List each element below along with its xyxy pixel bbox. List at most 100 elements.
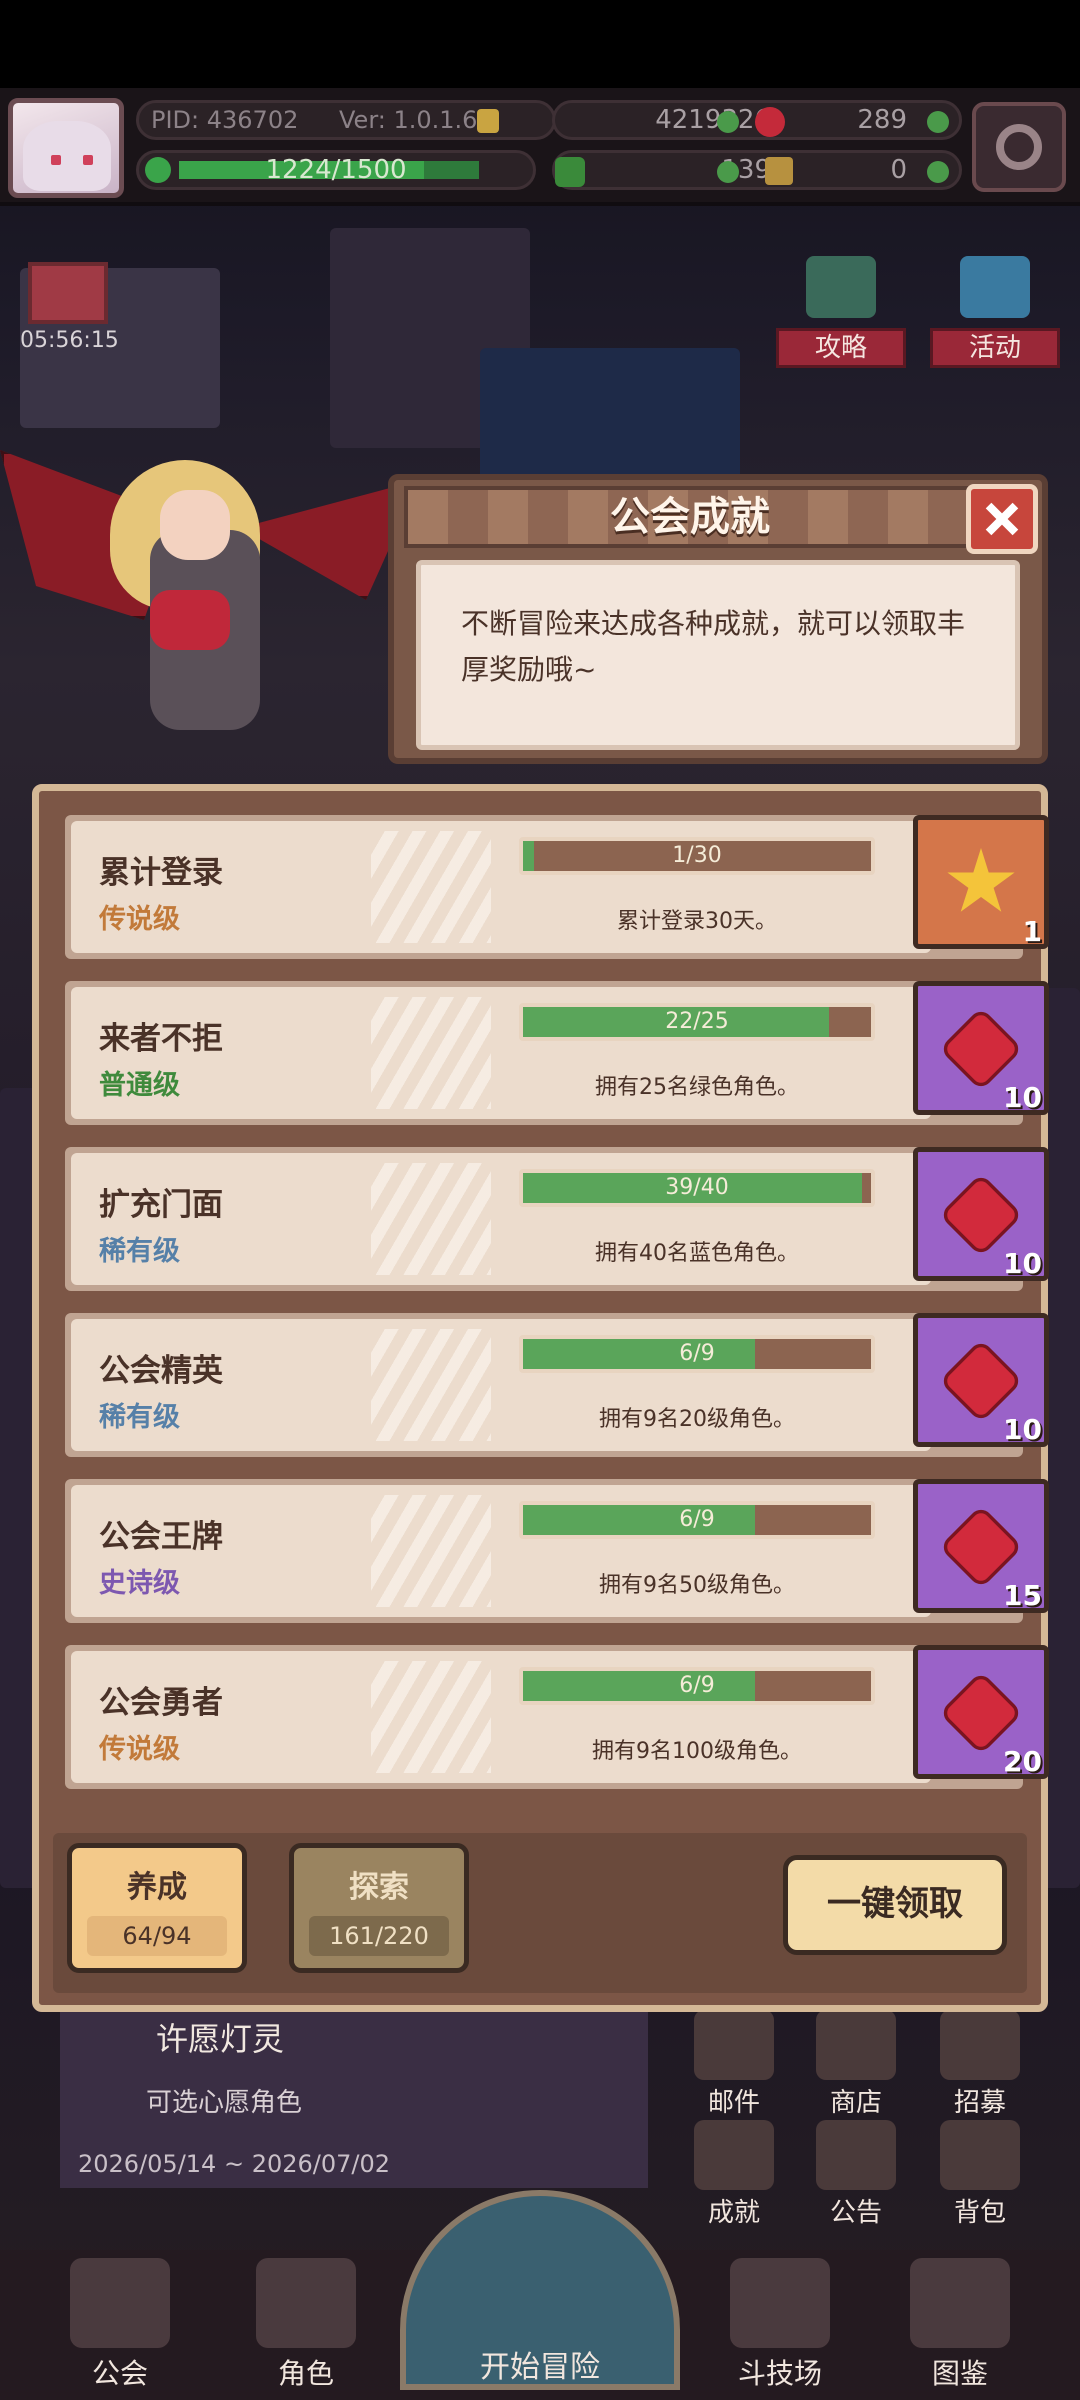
guide-label: 攻略 bbox=[776, 328, 906, 368]
backpack-icon bbox=[940, 2120, 1020, 2190]
reward-count: 15 bbox=[1003, 1579, 1042, 1612]
progress-bar: 39/40 bbox=[519, 1169, 875, 1207]
progress-text: 6/9 bbox=[679, 1507, 715, 1532]
tab-explore[interactable]: 探索 161/220 bbox=[289, 1843, 469, 1973]
book-icon bbox=[910, 2258, 1010, 2348]
nav-arena[interactable]: 斗技场 bbox=[700, 2250, 860, 2390]
star-icon bbox=[947, 848, 1015, 912]
achievement-rarity: 传说级 bbox=[99, 1734, 180, 1765]
event-banner[interactable]: 许愿灯灵 可选心愿角色 2026/05/14 ~ 2026/07/02 bbox=[60, 2004, 648, 2188]
gift-box-icon[interactable] bbox=[28, 262, 108, 324]
panel-footer: 养成 64/94 探索 161/220 一键领取 bbox=[53, 1833, 1027, 1993]
hammer-icon bbox=[765, 157, 793, 185]
chevron-decoration bbox=[371, 1495, 491, 1607]
event-subtitle: 可选心愿角色 bbox=[146, 2088, 303, 2118]
character-icon bbox=[256, 2258, 356, 2348]
reward-count: 10 bbox=[1003, 1247, 1042, 1280]
achievement-card: 公会王牌 史诗级 6/9 拥有9名50级角色。 bbox=[71, 1485, 931, 1617]
achievement-name: 扩充门面 bbox=[99, 1187, 223, 1223]
chevron-decoration bbox=[371, 831, 491, 943]
achievement-description: 累计登录30天。 bbox=[617, 909, 777, 934]
experience-text: 1224/1500 bbox=[265, 155, 407, 185]
add-gem-icon[interactable] bbox=[927, 111, 949, 133]
nav-codex[interactable]: 图鉴 bbox=[880, 2250, 1040, 2390]
player-avatar[interactable] bbox=[8, 98, 124, 198]
guide-button[interactable]: 攻略 bbox=[776, 250, 906, 370]
reward-button[interactable]: 20 bbox=[913, 1645, 1049, 1779]
achievement-rarity: 稀有级 bbox=[99, 1236, 180, 1267]
reward-button[interactable]: 10 bbox=[913, 1147, 1049, 1281]
trophy-icon bbox=[694, 2120, 774, 2190]
achievement-row: 公会王牌 史诗级 6/9 拥有9名50级角色。 15 bbox=[65, 1479, 1049, 1623]
add-hammer-icon[interactable] bbox=[927, 161, 949, 183]
claim-all-button[interactable]: 一键领取 bbox=[783, 1855, 1007, 1955]
achievement-description: 拥有9名20级角色。 bbox=[599, 1407, 795, 1432]
achievement-name: 来者不拒 bbox=[99, 1021, 223, 1057]
reward-button[interactable]: 10 bbox=[913, 981, 1049, 1115]
gift-timer: 05:56:15 bbox=[20, 328, 119, 353]
achievement-row: 来者不拒 普通级 22/25 拥有25名绿色角色。 10 bbox=[65, 981, 1049, 1125]
event-dates: 2026/05/14 ~ 2026/07/02 bbox=[78, 2150, 391, 2178]
add-clover-icon[interactable] bbox=[717, 161, 739, 183]
achievement-row: 累计登录 传说级 1/30 累计登录30天。 1 bbox=[65, 815, 1049, 959]
progress-text: 6/9 bbox=[679, 1341, 715, 1366]
progress-bar: 6/9 bbox=[519, 1667, 875, 1705]
achievement-rarity: 传说级 bbox=[99, 904, 180, 935]
gem-amount: 289 bbox=[857, 105, 907, 135]
gold-amount: 4219326 bbox=[655, 105, 771, 135]
nav-roles[interactable]: 角色 bbox=[226, 2250, 386, 2390]
chevron-decoration bbox=[371, 997, 491, 1109]
add-gold-icon[interactable] bbox=[717, 111, 739, 133]
reward-count: 1 bbox=[1022, 915, 1042, 948]
progress-text: 39/40 bbox=[665, 1175, 729, 1200]
shop-button[interactable]: 商店 bbox=[808, 2010, 904, 2120]
reward-button[interactable]: 15 bbox=[913, 1479, 1049, 1613]
guild-hall-icon bbox=[70, 2258, 170, 2348]
coin-icon bbox=[477, 109, 499, 133]
event-title: 许愿灯灵 bbox=[156, 2020, 285, 2058]
tab-cultivate-label: 养成 bbox=[127, 1870, 187, 1905]
progress-bar: 22/25 bbox=[519, 1003, 875, 1041]
achievement-card: 公会精英 稀有级 6/9 拥有9名20级角色。 bbox=[71, 1319, 931, 1451]
recruit-icon bbox=[940, 2010, 1020, 2080]
bag-button[interactable]: 背包 bbox=[932, 2120, 1028, 2230]
notice-button[interactable]: 公告 bbox=[808, 2120, 904, 2230]
reward-count: 10 bbox=[1003, 1413, 1042, 1446]
achievement-description: 拥有9名100级角色。 bbox=[592, 1739, 802, 1764]
achievement-row: 公会精英 稀有级 6/9 拥有9名20级角色。 10 bbox=[65, 1313, 1049, 1457]
reward-count: 10 bbox=[1003, 1081, 1042, 1114]
achievement-card: 来者不拒 普通级 22/25 拥有25名绿色角色。 bbox=[71, 987, 931, 1119]
close-button[interactable] bbox=[966, 484, 1038, 554]
hammer-amount: 0 bbox=[890, 155, 907, 185]
progress-bar: 1/30 bbox=[519, 837, 875, 875]
reward-button[interactable]: 1 bbox=[913, 815, 1049, 949]
chevron-decoration bbox=[371, 1163, 491, 1275]
settings-button[interactable] bbox=[972, 102, 1066, 192]
balloons-icon bbox=[960, 256, 1030, 318]
achievement-name: 公会勇者 bbox=[99, 1685, 223, 1721]
achievement-description: 拥有25名绿色角色。 bbox=[595, 1075, 799, 1100]
tab-explore-count: 161/220 bbox=[309, 1916, 449, 1956]
progress-text: 6/9 bbox=[679, 1673, 715, 1698]
event-label: 活动 bbox=[930, 328, 1060, 368]
mail-button[interactable]: 邮件 bbox=[686, 2010, 782, 2120]
currency-row-1: 4219326 289 bbox=[552, 100, 962, 140]
title-bar: 公会成就 bbox=[404, 486, 976, 548]
progress-text: 1/30 bbox=[672, 843, 722, 868]
achievement-button[interactable]: 成就 bbox=[686, 2120, 782, 2230]
tab-cultivate-count: 64/94 bbox=[87, 1916, 227, 1956]
achievement-description: 拥有40名蓝色角色。 bbox=[595, 1241, 799, 1266]
guild-achievement-header: 公会成就 不断冒险来达成各种成就，就可以领取丰厚奖励哦~ bbox=[388, 474, 1048, 764]
achievement-card: 累计登录 传说级 1/30 累计登录30天。 bbox=[71, 821, 931, 953]
chevron-decoration bbox=[371, 1329, 491, 1441]
recruit-button[interactable]: 招募 bbox=[932, 2010, 1028, 2120]
progress-bar: 6/9 bbox=[519, 1501, 875, 1539]
event-button[interactable]: 活动 bbox=[930, 250, 1060, 370]
version-text: Ver: 1.0.1.6 bbox=[339, 106, 478, 134]
reward-button[interactable]: 10 bbox=[913, 1313, 1049, 1447]
nav-guild[interactable]: 公会 bbox=[40, 2250, 200, 2390]
chat-icon bbox=[806, 256, 876, 318]
succubus-character-art bbox=[0, 440, 420, 780]
gear-icon bbox=[996, 124, 1042, 170]
tab-cultivate[interactable]: 养成 64/94 bbox=[67, 1843, 247, 1973]
